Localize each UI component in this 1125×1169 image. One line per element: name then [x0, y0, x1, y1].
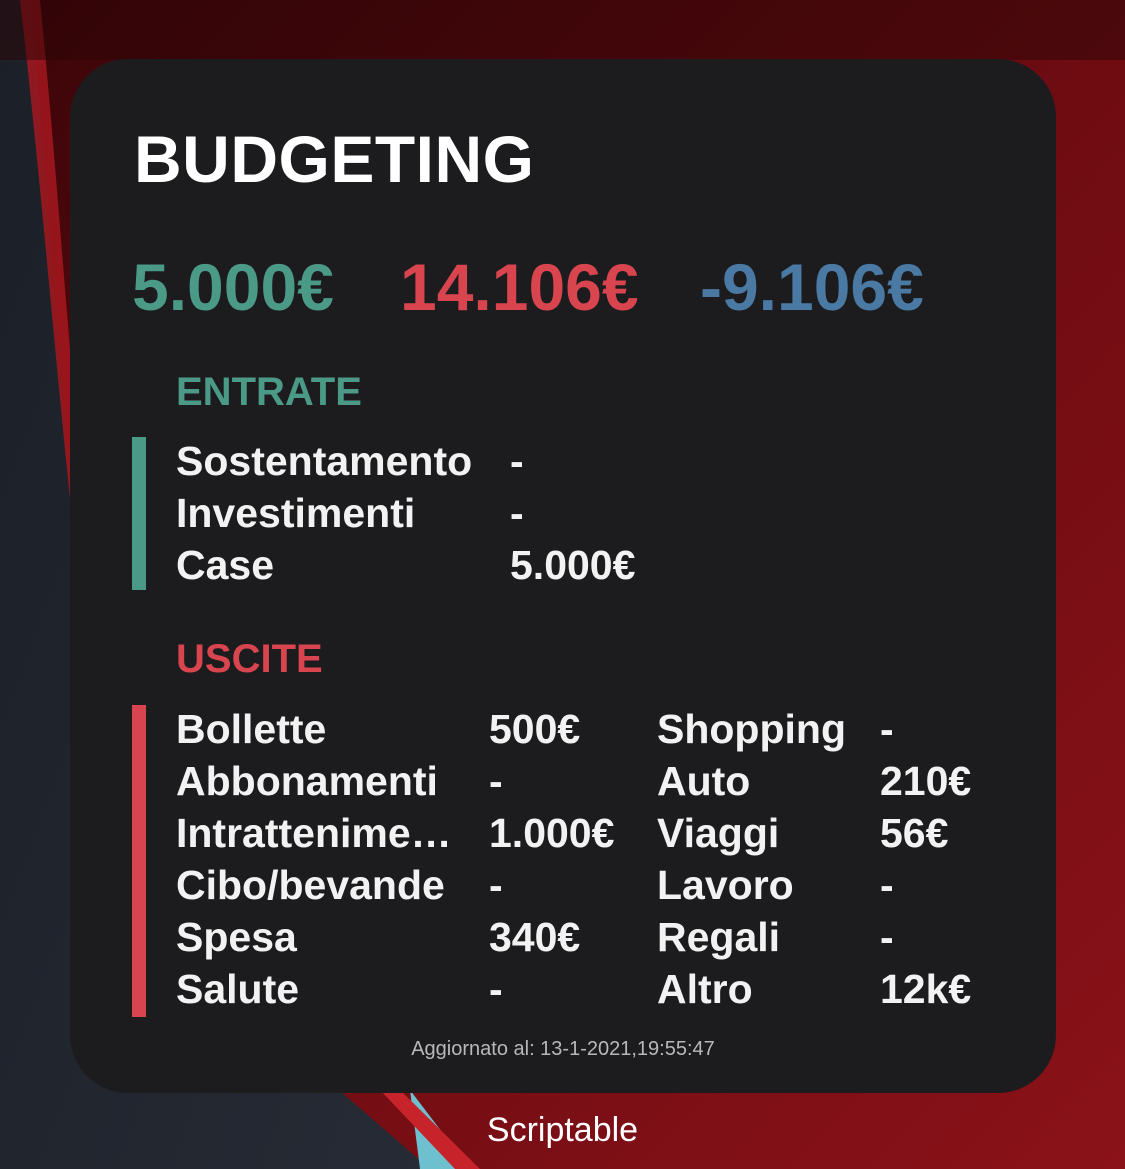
- uscite-label: Lavoro: [657, 862, 794, 908]
- uscite-title: USCITE: [176, 637, 323, 681]
- uscite-label: Spesa: [176, 914, 297, 960]
- total-expenses: 14.106€: [400, 250, 639, 324]
- uscite-value: 1.000€: [489, 810, 615, 856]
- entrate-label: Investimenti: [176, 490, 416, 536]
- uscite-value: -: [880, 862, 894, 908]
- uscite-value: -: [880, 706, 894, 752]
- uscite-value: -: [489, 758, 503, 804]
- uscite-value: 12k€: [880, 966, 972, 1012]
- entrate-accent-bar: [132, 437, 146, 590]
- uscite-label: Shopping: [657, 706, 847, 752]
- uscite-value: 210€: [880, 758, 972, 804]
- uscite-value: -: [489, 862, 503, 908]
- uscite-value: -: [489, 966, 503, 1012]
- uscite-label: Bollette: [176, 706, 327, 752]
- widget-title: BUDGETING: [134, 122, 535, 196]
- uscite-label: Viaggi: [657, 810, 780, 856]
- uscite-value: 500€: [489, 706, 581, 752]
- uscite-label: Salute: [176, 966, 300, 1012]
- entrate-value: -: [510, 490, 524, 536]
- uscite-label: Cibo/bevande: [176, 862, 445, 908]
- uscite-label: Abbonamenti: [176, 758, 438, 804]
- total-balance: -9.106€: [700, 250, 924, 324]
- entrate-value: 5.000€: [510, 542, 636, 588]
- entrate-label: Case: [176, 542, 275, 588]
- uscite-label: Altro: [657, 966, 753, 1012]
- entrate-value: -: [510, 438, 524, 484]
- entrate-title: ENTRATE: [176, 370, 362, 414]
- budget-widget[interactable]: BUDGETING 5.000€ 14.106€ -9.106€ ENTRATE…: [70, 59, 1056, 1093]
- uscite-value: -: [880, 914, 894, 960]
- updated-timestamp: Aggiornato al: 13-1-2021,19:55:47: [411, 1038, 715, 1060]
- uscite-accent-bar: [132, 705, 146, 1017]
- uscite-label: Auto: [657, 758, 751, 804]
- uscite-label: Intrattenime…: [176, 810, 452, 856]
- widget-app-label: Scriptable: [486, 1111, 639, 1149]
- total-income: 5.000€: [132, 250, 334, 324]
- uscite-value: 56€: [880, 810, 949, 856]
- entrate-label: Sostentamento: [176, 438, 473, 484]
- uscite-value: 340€: [489, 914, 581, 960]
- uscite-label: Regali: [657, 914, 781, 960]
